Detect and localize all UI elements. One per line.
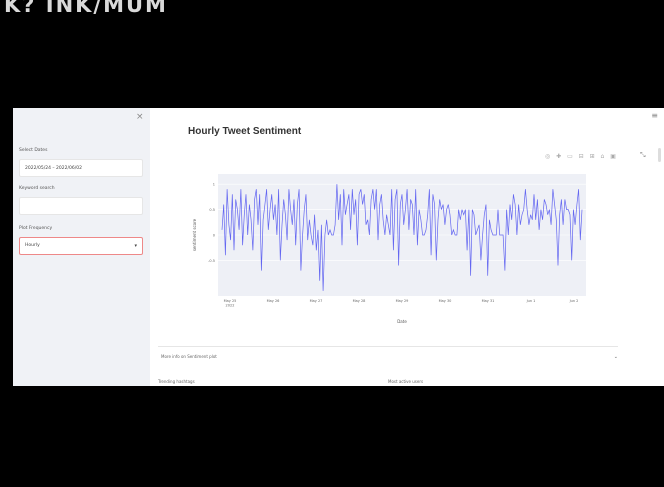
x-tick-labels: May 252022 May 26 May 27 May 28 May 29 May 30… [224,299,579,308]
date-label: Select Dates [19,148,48,153]
frequency-select[interactable]: Hourly ▾ [19,237,143,255]
sentiment-info-expander[interactable]: More info on Sentiment plot ⌄ [158,346,618,366]
page-title: Hourly Tweet Sentiment [188,126,302,137]
sidebar: × Select Dates 2022/05/24 – 2022/06/02 K… [13,108,150,386]
close-sidebar-icon[interactable]: × [136,112,144,122]
x-tick-label: 2022 [226,304,235,308]
hamburger-menu-icon[interactable]: ≡ [651,111,658,120]
x-tick-label: May 29 [396,299,409,303]
bottom-section: Trending hashtags Most active users [158,379,618,384]
x-tick-label: Jun 1 [526,299,536,303]
x-tick-label: May 28 [353,299,366,303]
y-tick-label: 0.5 [209,208,215,212]
x-tick-label: May 25 [224,299,237,303]
y-tick-label: 0 [213,234,215,238]
scrollbar[interactable] [658,148,661,162]
video-title-banner: K? INK/MUM [0,0,664,20]
x-tick-label: May 26 [267,299,280,303]
x-tick-label: May 27 [310,299,323,303]
y-tick-label: 1 [213,183,215,187]
frequency-label: Plot Frequency [19,226,53,231]
x-tick-label: May 31 [482,299,495,303]
y-tick-labels: 1 0.5 0 -0.5 [208,183,215,263]
keyword-search-input[interactable] [19,197,143,215]
y-axis-label: sentiment score [192,218,197,251]
x-tick-label: Jun 2 [569,299,579,303]
sentiment-chart: 10.50-0.5 May 252022May 26 May 27 May 28 Ma… [192,174,586,324]
frequency-value: Hourly [25,243,40,248]
trending-hashtags-label: Trending hashtags [158,379,195,384]
date-range-input[interactable]: 2022/05/24 – 2022/06/02 [19,159,143,177]
chart-toolbar[interactable]: ◎ ✚ ▭ ⊟ ⊞ ⌂ ▣ [545,153,618,160]
x-axis-label: Date [397,319,407,324]
x-tick-label: May 30 [439,299,452,303]
y-tick-label: -0.5 [208,259,215,263]
chevron-down-icon: ⌄ [613,354,618,360]
main-panel: ≡ Hourly Tweet Sentiment ◎ ✚ ▭ ⊟ ⊞ ⌂ ▣ ⤡… [150,108,664,386]
expander-label: More info on Sentiment plot [161,354,217,359]
keyword-label: Keyword search [19,186,55,191]
app-window: × Select Dates 2022/05/24 – 2022/06/02 K… [13,108,664,386]
active-users-label: Most active users [388,379,424,384]
fullscreen-icon[interactable]: ⤡ [640,151,646,160]
chevron-down-icon: ▾ [134,243,137,249]
